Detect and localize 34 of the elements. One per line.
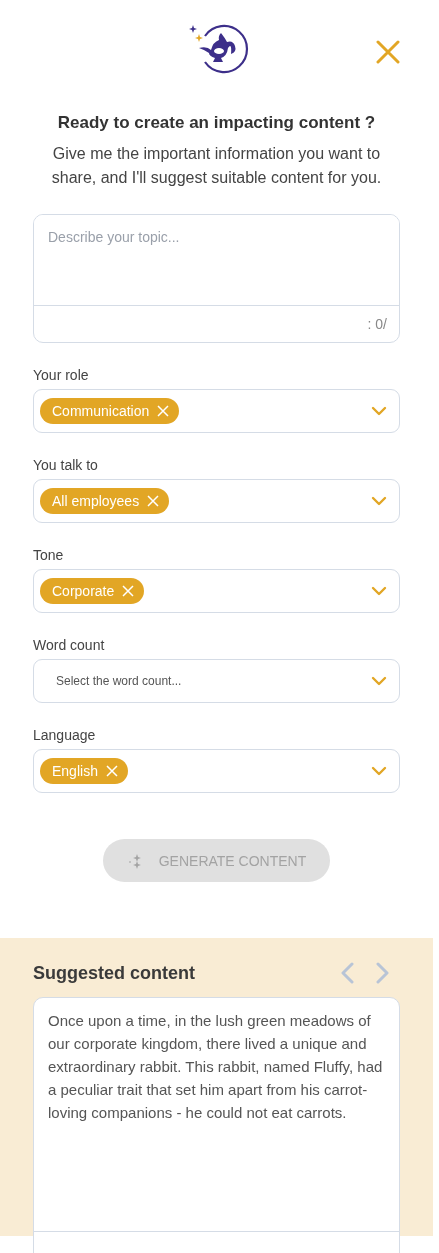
field-label: Word count bbox=[33, 637, 106, 653]
tag-chip[interactable]: Communication bbox=[40, 398, 180, 424]
tag-chip[interactable]: English bbox=[40, 758, 128, 784]
remove-icon[interactable] bbox=[147, 495, 160, 507]
close-button[interactable] bbox=[376, 40, 400, 64]
field-label: You talk to bbox=[33, 457, 99, 473]
field-label: Your role bbox=[33, 367, 90, 383]
chevron-down-icon[interactable] bbox=[371, 586, 387, 596]
remove-icon[interactable] bbox=[157, 405, 170, 417]
subtitle: Give me the important information you want to share, and I'll suggest suitable content for you. bbox=[50, 144, 383, 188]
dropdown-field[interactable]: Communication bbox=[33, 389, 400, 433]
dropdown-field[interactable]: English bbox=[33, 749, 400, 793]
remove-icon[interactable] bbox=[122, 585, 135, 597]
field-label: Language bbox=[33, 727, 97, 743]
chevron-down-icon[interactable] bbox=[371, 496, 387, 506]
previous-icon[interactable] bbox=[340, 962, 354, 984]
next-icon[interactable] bbox=[376, 962, 390, 984]
field-label: Tone bbox=[33, 547, 65, 563]
chevron-down-icon[interactable] bbox=[371, 766, 387, 776]
character-counter: : 0/ bbox=[367, 316, 387, 332]
section-title: Suggested content bbox=[33, 962, 195, 984]
dropdown-field[interactable]: Corporate bbox=[33, 569, 400, 613]
suggested-text: Once upon a time, in the lush green meadows of our corporate kingdom, there lived a unique and extraordinary rabbit. This rabbit, named Fluffy, had a peculiar trait that set him apart from his carrot-loving companions - he could not eat carrots. bbox=[47, 1011, 384, 1123]
content-box[interactable] bbox=[33, 997, 400, 1253]
dropdown-field[interactable]: All employees bbox=[33, 479, 400, 523]
chevron-down-icon[interactable] bbox=[371, 676, 387, 686]
chevron-down-icon[interactable] bbox=[371, 406, 387, 416]
topic-field-frame[interactable]: Describe your topic... : 0/ bbox=[33, 214, 400, 343]
dropdown-field[interactable]: Select the word count... bbox=[33, 659, 400, 703]
tag-chip[interactable]: Corporate bbox=[40, 578, 145, 604]
heading: Ready to create an impacting content ? bbox=[56, 113, 377, 133]
tag-chip[interactable]: All employees bbox=[40, 488, 170, 514]
dropdown-placeholder: Select the word count... bbox=[55, 674, 182, 688]
remove-icon[interactable] bbox=[105, 765, 118, 777]
